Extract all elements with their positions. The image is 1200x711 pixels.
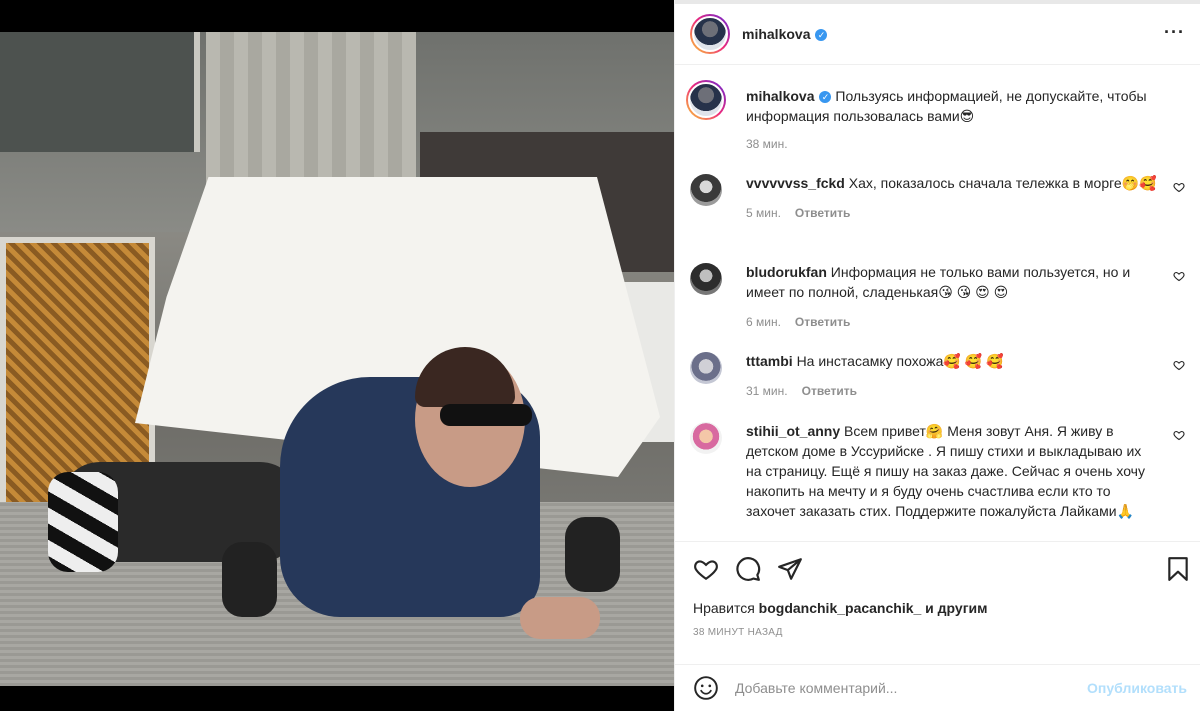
commenter-avatar[interactable] bbox=[690, 263, 722, 295]
verified-badge-icon: ✓ bbox=[815, 29, 828, 41]
comment-item: stihii_ot_anny Всем привет🤗 Меня зовут А… bbox=[690, 421, 1185, 521]
comments-list[interactable]: mihalkova ✓ Пользуясь информацией, не доп… bbox=[675, 66, 1200, 542]
author-username[interactable]: mihalkova ✓ bbox=[742, 26, 828, 42]
photo-person-hand bbox=[520, 597, 600, 639]
post-photo-area bbox=[0, 0, 674, 711]
emoji-icon[interactable] bbox=[693, 675, 719, 701]
commenter-avatar[interactable] bbox=[690, 422, 722, 454]
caption-avatar[interactable] bbox=[686, 80, 726, 120]
photo-cart-wheel bbox=[222, 542, 277, 617]
comment-like-heart-icon[interactable] bbox=[1173, 270, 1185, 282]
send-icon[interactable] bbox=[777, 556, 803, 582]
photo-sneaker bbox=[48, 472, 118, 572]
bookmark-icon[interactable] bbox=[1165, 556, 1191, 582]
comment-time[interactable]: 5 мин. bbox=[746, 206, 781, 220]
likes-suffix[interactable]: и другим bbox=[925, 600, 987, 616]
comment-like-heart-icon[interactable] bbox=[1173, 181, 1185, 193]
commenter-avatar[interactable] bbox=[690, 352, 722, 384]
post-actions bbox=[675, 543, 1200, 595]
comment-username[interactable]: stihii_ot_anny bbox=[746, 423, 840, 439]
post-header: mihalkova ✓ ··· bbox=[675, 4, 1200, 65]
post-caption: mihalkova ✓ Пользуясь информацией, не доп… bbox=[686, 80, 1185, 154]
comment-like-heart-icon[interactable] bbox=[1173, 359, 1185, 371]
author-avatar[interactable] bbox=[690, 14, 730, 54]
reply-button[interactable]: Ответить bbox=[795, 315, 850, 329]
comment-time[interactable]: 31 мин. bbox=[746, 384, 788, 398]
photo-cart-wheel bbox=[565, 517, 620, 592]
comment-text: Хах, показалось сначала тележка в морге🤭… bbox=[848, 175, 1157, 191]
caption-username[interactable]: mihalkova bbox=[746, 88, 814, 104]
comment-text: На инстасамку похожа🥰 🥰 🥰 bbox=[796, 353, 1004, 369]
comment-like-heart-icon[interactable] bbox=[1173, 429, 1185, 441]
post-side-panel: mihalkova ✓ ··· mihalkova ✓ Пользуясь инфо… bbox=[674, 0, 1200, 711]
comment-username[interactable]: tttambi bbox=[746, 353, 793, 369]
photo-window bbox=[0, 32, 200, 152]
heart-icon[interactable] bbox=[693, 556, 719, 582]
commenter-avatar[interactable] bbox=[690, 174, 722, 206]
photo-sunglasses bbox=[440, 404, 532, 426]
more-options-icon[interactable]: ··· bbox=[1164, 23, 1185, 41]
reply-button[interactable]: Ответить bbox=[802, 384, 857, 398]
post-time-ago[interactable]: 38 МИНУТ НАЗАД bbox=[693, 627, 783, 638]
comment-item: bludorukfan Информация не только вами по… bbox=[690, 262, 1185, 332]
comment-input[interactable] bbox=[735, 680, 1065, 696]
comment-time[interactable]: 6 мин. bbox=[746, 315, 781, 329]
comment-item: vvvvvvss_fckd Хах, показалось сначала те… bbox=[690, 173, 1185, 223]
comment-bubble-icon[interactable] bbox=[735, 556, 761, 582]
add-comment-bar: Опубликовать bbox=[675, 664, 1200, 711]
likes-summary: Нравится bogdanchik_pacanchik_ и другим bbox=[693, 600, 988, 616]
comment-item: tttambi На инстасамку похожа🥰 🥰 🥰 31 мин… bbox=[690, 351, 1185, 401]
caption-time[interactable]: 38 мин. bbox=[746, 137, 788, 151]
publish-button[interactable]: Опубликовать bbox=[1087, 680, 1187, 696]
comment-username[interactable]: vvvvvvss_fckd bbox=[746, 175, 845, 191]
likes-user[interactable]: bogdanchik_pacanchik_ bbox=[759, 600, 922, 616]
comment-username[interactable]: bludorukfan bbox=[746, 264, 827, 280]
verified-badge-icon: ✓ bbox=[819, 91, 832, 103]
likes-prefix: Нравится bbox=[693, 600, 755, 616]
reply-button[interactable]: Ответить bbox=[795, 206, 850, 220]
post-photo[interactable] bbox=[0, 32, 674, 686]
